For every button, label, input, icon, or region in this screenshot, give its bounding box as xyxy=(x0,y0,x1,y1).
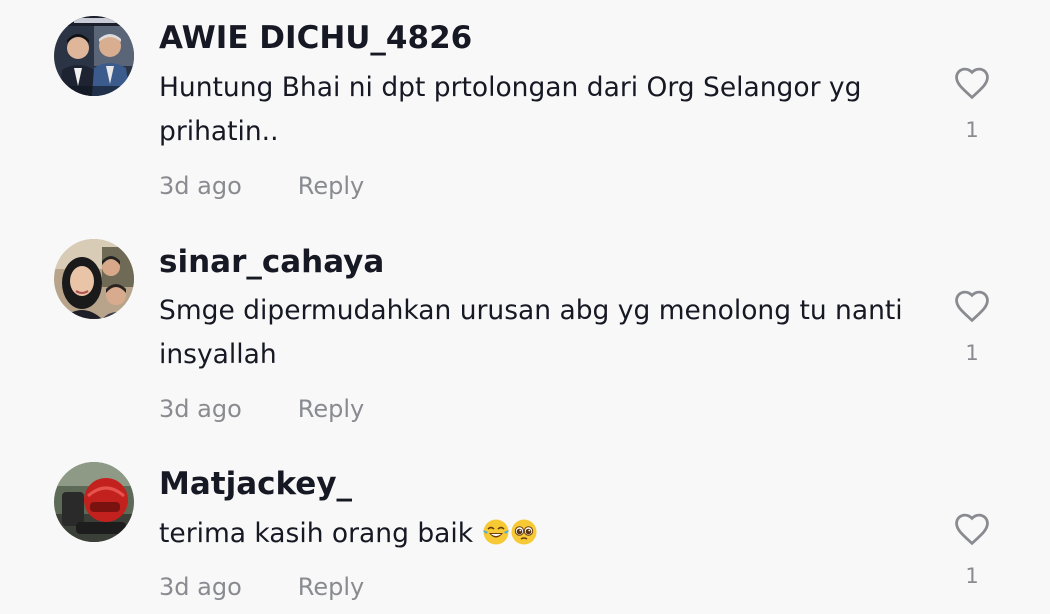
heart-icon xyxy=(955,513,989,546)
reply-button[interactable]: Reply xyxy=(298,172,364,200)
user-avatar[interactable] xyxy=(54,239,134,319)
comment-timestamp: 3d ago xyxy=(159,573,242,601)
reply-button[interactable]: Reply xyxy=(298,573,364,601)
comment-list: AWIE DICHU_4826 Huntung Bhai ni dpt prto… xyxy=(0,0,1050,614)
comment-meta: 3d ago Reply xyxy=(159,573,364,601)
heart-icon xyxy=(955,67,989,100)
user-avatar[interactable] xyxy=(54,16,134,96)
comment-text: Smge dipermudahkan urusan abg yg menolon… xyxy=(159,295,903,370)
comment-text: terima kasih orang baik xyxy=(159,512,919,556)
comment-text: Huntung Bhai ni dpt prtolongan dari Org … xyxy=(159,72,862,147)
like-count: 1 xyxy=(965,341,979,365)
comment-username[interactable]: AWIE DICHU_4826 xyxy=(159,20,472,56)
like-count: 1 xyxy=(965,118,979,142)
comment-username[interactable]: Matjackey_ xyxy=(159,466,352,502)
avatar-photo-red-helmet xyxy=(54,462,134,542)
avatar-photo-woman-children xyxy=(54,239,134,319)
face-with-tears-of-joy-emoji xyxy=(482,519,509,545)
like-button[interactable]: 1 xyxy=(950,289,994,365)
avatar-photo-two-men xyxy=(54,16,134,96)
comment-meta: 3d ago Reply xyxy=(159,172,364,200)
comment-timestamp: 3d ago xyxy=(159,395,242,423)
like-button[interactable]: 1 xyxy=(950,512,994,588)
comment-username[interactable]: sinar_cahaya xyxy=(159,244,384,280)
comment-timestamp: 3d ago xyxy=(159,172,242,200)
pleading-face-emoji xyxy=(511,519,537,545)
like-button[interactable]: 1 xyxy=(950,66,994,142)
like-count: 1 xyxy=(965,564,979,588)
comment-text-content: terima kasih orang baik xyxy=(159,518,474,549)
heart-icon xyxy=(955,290,989,323)
user-avatar[interactable] xyxy=(54,462,134,542)
reply-button[interactable]: Reply xyxy=(298,395,364,423)
comment-meta: 3d ago Reply xyxy=(159,395,364,423)
